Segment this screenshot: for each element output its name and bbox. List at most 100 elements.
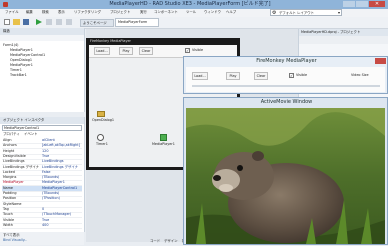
property-name: Align — [3, 138, 12, 142]
property-name: Height — [3, 148, 15, 153]
layout-select[interactable]: ⚙ デフォルト レイアウト ▾ — [270, 9, 342, 16]
property-value[interactable]: LiveBindings — [42, 159, 82, 164]
step-icon[interactable] — [66, 19, 72, 25]
inspector-status: すべて表示 Bind Visually... — [0, 232, 84, 245]
menu-item-tools[interactable]: ツール — [186, 10, 196, 15]
property-name: LiveBindings — [3, 159, 25, 164]
close-button[interactable]: ✕ — [369, 1, 385, 7]
property-value[interactable]: (TTouchManager) — [42, 212, 82, 217]
component-mediaplayer1[interactable]: MediaPlayer1 — [152, 134, 178, 148]
stop-icon[interactable] — [56, 19, 62, 25]
tab-mediaplayerform-label: MediaPlayerForm — [118, 20, 148, 24]
player-window-close[interactable] — [375, 58, 386, 64]
menu-item-project[interactable]: プロジェクト — [110, 10, 130, 15]
open-folder-icon[interactable] — [13, 19, 20, 25]
player-trackbar[interactable] — [192, 85, 380, 87]
component-mediaplayer1-label: MediaPlayer1 — [152, 142, 175, 146]
design-visible-label: Visible — [192, 48, 204, 52]
design-clear-button[interactable]: Clear — [139, 47, 153, 55]
inspector-tab-properties[interactable]: プロパティ — [3, 132, 20, 137]
property-value[interactable]: (TBounds) — [42, 175, 82, 180]
property-value[interactable]: True — [42, 154, 82, 159]
player-window: FireMonkey MediaPlayer Load... Play Clea… — [183, 56, 388, 94]
component-timer1[interactable]: Timer1 — [92, 134, 114, 148]
property-name: Tag — [3, 206, 9, 211]
player-play-label: Play — [229, 74, 237, 78]
property-name: MediaPlayer — [3, 180, 24, 185]
tab-mediaplayerform[interactable]: MediaPlayerForm — [115, 18, 159, 27]
property-value[interactable]: MediaPlayerControl1 — [42, 186, 82, 191]
structure-panel-title: 構造 — [3, 29, 10, 33]
menu-item-component[interactable]: コンポーネント — [154, 10, 178, 15]
maximize-button[interactable] — [356, 1, 368, 7]
design-play-button[interactable]: Play — [119, 47, 133, 55]
property-value[interactable]: [akLeft,akTop,akRight] — [42, 143, 82, 148]
property-grid: Align alClient Anchors [akLeft,akTop,akRigh… — [2, 138, 82, 230]
property-value[interactable]: alClient — [42, 138, 82, 143]
menu-item-window[interactable]: ウィンドウ — [204, 10, 221, 15]
inspector-header: オブジェクト インスペクタ — [0, 117, 84, 124]
ide-title: MediaPlayerHD - RAD Studio XE3 - MediaPl… — [109, 1, 271, 7]
player-clear-button[interactable]: Clear — [254, 72, 268, 80]
structure-toolbar — [0, 35, 84, 41]
tab-code[interactable]: コード — [150, 239, 160, 244]
tab-design[interactable]: デザイン — [164, 239, 178, 244]
movie-frame — [186, 108, 385, 244]
run-icon[interactable] — [36, 19, 42, 25]
component-opendialog1[interactable]: OpenDialog1 — [92, 111, 114, 125]
property-name: Touch — [3, 212, 13, 217]
property-value[interactable]: 400 — [42, 223, 82, 228]
property-row[interactable]: Width 400 — [2, 223, 82, 229]
active-movie-window-title: ActiveMovie Window — [260, 99, 313, 105]
property-value[interactable]: MediaPlayer1 — [42, 180, 82, 185]
clock-icon — [97, 134, 104, 141]
tab-welcome[interactable]: ようこそページ — [80, 19, 114, 27]
player-window-title: FireMonkey MediaPlayer — [256, 58, 317, 64]
ide-title-bar: MediaPlayerHD - RAD Studio XE3 - MediaPl… — [0, 0, 388, 9]
design-form-title: FireMonkey MediaPlayer — [90, 39, 131, 43]
menu-item-view[interactable]: 表示 — [58, 10, 65, 15]
property-value[interactable]: True — [42, 218, 82, 223]
project-panel-title: MediaPlayerHD.dproj - プロジェクト — [301, 30, 361, 34]
save-icon[interactable] — [23, 19, 29, 25]
inspector-object-selector[interactable]: MediaPlayerControl1 — [2, 125, 82, 131]
player-visible-label: Visible — [296, 73, 308, 77]
new-file-icon[interactable] — [4, 19, 10, 25]
property-value[interactable]: (TBounds) — [42, 191, 82, 196]
property-name: Name — [3, 185, 14, 190]
property-value[interactable]: LiveBindings デザイナ — [42, 165, 82, 170]
property-name: LiveBindings デザイナ — [3, 164, 39, 169]
project-panel-header: MediaPlayerHD.dproj - プロジェクト — [299, 29, 388, 36]
menu-item-edit[interactable]: 編集 — [26, 10, 33, 15]
menu-item-search[interactable]: 検索 — [42, 10, 49, 15]
menu-item-file[interactable]: ファイル — [5, 10, 19, 15]
menu-item-refactor[interactable]: リファクタリング — [74, 10, 101, 15]
tab-welcome-label: ようこそページ — [83, 21, 107, 25]
status-bind-visually[interactable]: Bind Visually... — [3, 238, 27, 243]
property-value[interactable]: (TPosition) — [42, 196, 82, 201]
tree-item-trackbar1[interactable]: TrackBar1 — [10, 73, 27, 78]
player-play-button[interactable]: Play — [226, 72, 240, 80]
property-value[interactable]: False — [42, 170, 82, 175]
media-player-icon — [160, 134, 167, 141]
design-visible-checkbox[interactable]: ✓ — [185, 48, 190, 53]
design-load-label: Load... — [96, 49, 108, 53]
player-visible-checkbox[interactable]: ✓ — [289, 73, 294, 78]
property-value[interactable]: 0 — [42, 207, 82, 212]
property-name: Position — [3, 196, 17, 201]
design-load-button[interactable]: Load... — [94, 47, 110, 55]
project-panel-toolbar — [299, 36, 388, 44]
player-load-button[interactable]: Load... — [192, 72, 208, 80]
minimize-button[interactable] — [343, 1, 355, 7]
menu-item-run[interactable]: 実行 — [140, 10, 147, 15]
object-inspector: オブジェクト インスペクタ MediaPlayerControl1 プロパティ … — [0, 117, 85, 232]
design-play-label: Play — [122, 49, 130, 53]
property-name: Anchors — [3, 143, 17, 148]
pause-icon[interactable] — [46, 19, 52, 25]
property-value[interactable]: 120 — [42, 149, 82, 154]
inspector-title: オブジェクト インスペクタ — [3, 118, 45, 122]
property-name: Locked — [3, 169, 15, 174]
menu-item-help[interactable]: ヘルプ — [226, 10, 236, 15]
property-name: Width — [3, 222, 13, 227]
inspector-tab-events[interactable]: イベント — [24, 132, 38, 137]
